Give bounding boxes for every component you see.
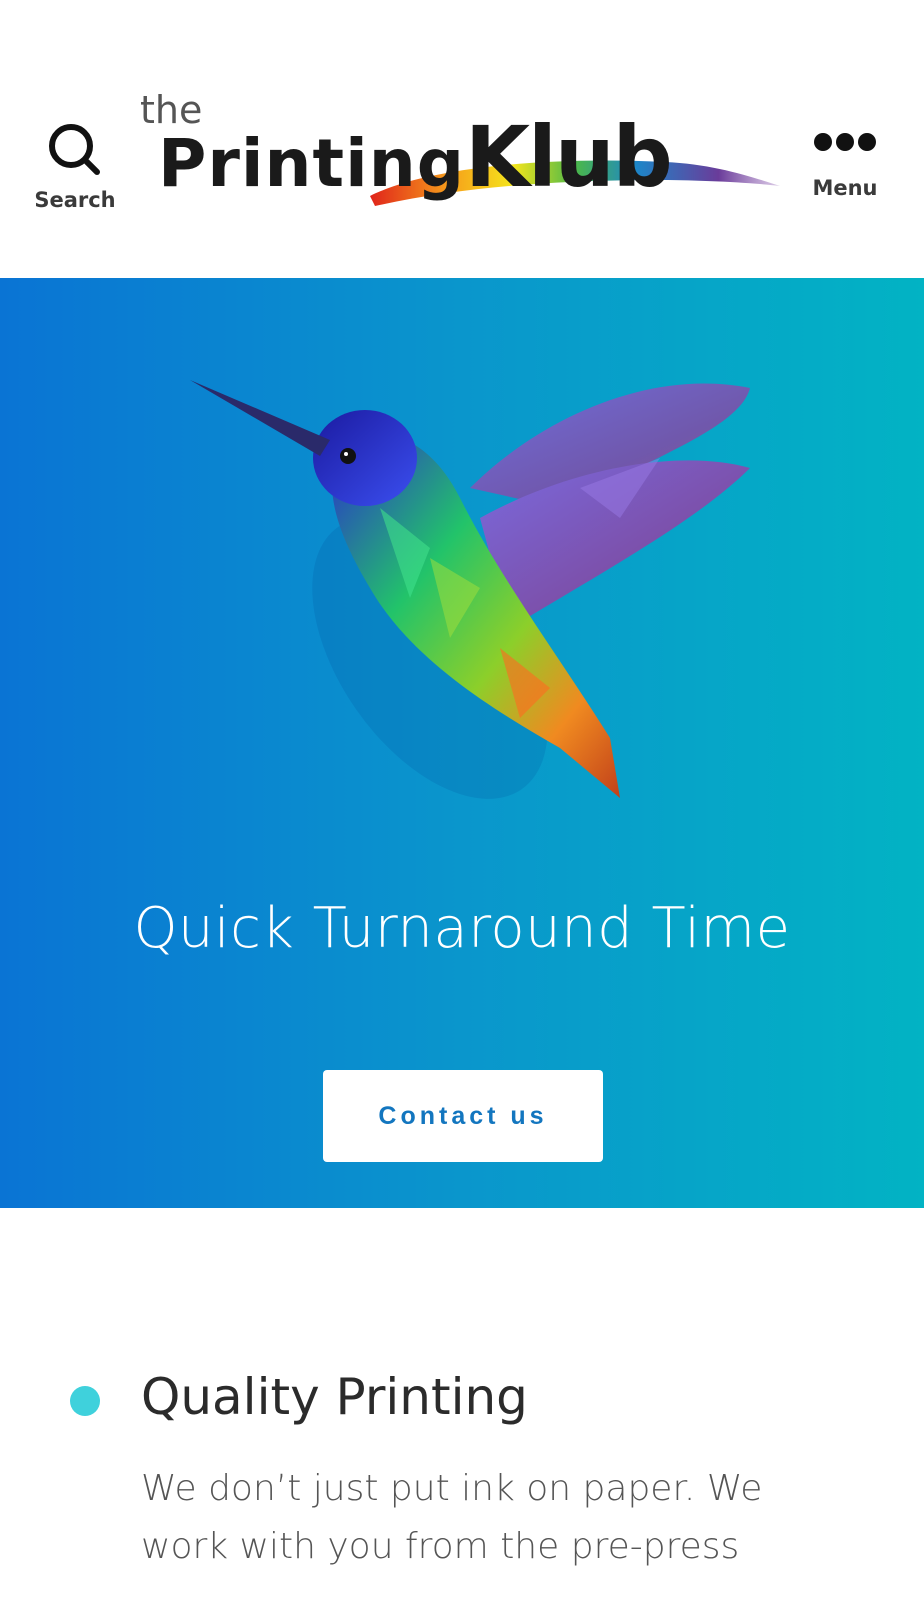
site-header: Search the PrintingKlub Menu [0, 0, 924, 278]
feature-section: Quality Printing We don’t just put ink o… [0, 1208, 924, 1600]
menu-label: Menu [812, 176, 878, 200]
hero-banner: Quick Turnaround Time Contact us [0, 278, 924, 1208]
more-dots-icon [814, 133, 876, 151]
search-button[interactable]: Search [30, 120, 120, 212]
logo-printing: Printing [158, 125, 465, 202]
logo-wordmark: PrintingKlub [158, 108, 673, 206]
menu-button[interactable]: Menu [800, 130, 890, 200]
logo-klub: Klub [464, 108, 673, 206]
contact-us-button[interactable]: Contact us [323, 1070, 603, 1162]
feature-text: We don’t just put ink on paper. We work … [141, 1468, 763, 1567]
hummingbird-image [190, 380, 750, 799]
hero-title: Quick Turnaround Time [133, 896, 791, 961]
feature-title: Quality Printing [141, 1368, 528, 1426]
search-icon [49, 124, 100, 175]
site-logo[interactable]: the PrintingKlub [140, 88, 790, 228]
bullet-dot [70, 1386, 100, 1416]
search-label: Search [34, 188, 116, 212]
